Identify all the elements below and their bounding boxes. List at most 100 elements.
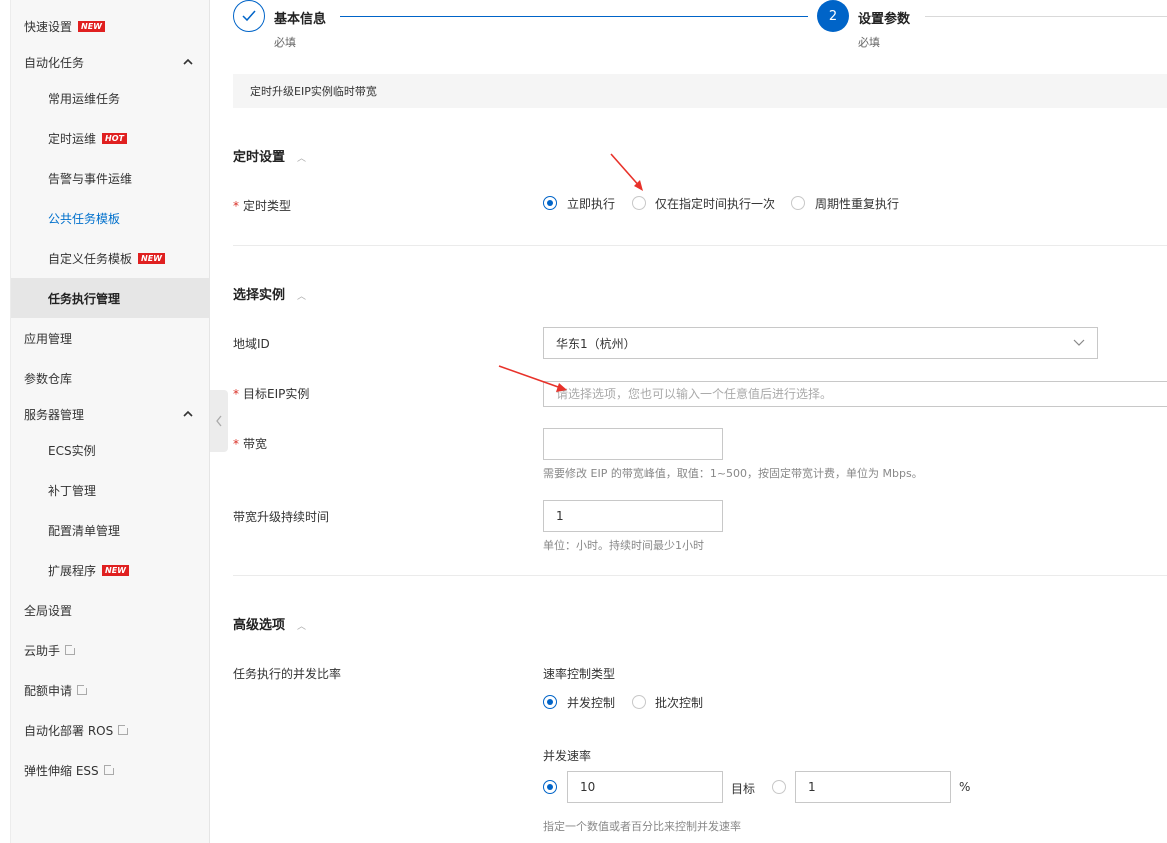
chevron-down-icon — [1073, 339, 1085, 346]
external-link-icon — [118, 724, 130, 735]
sidebar-item-label: 配额申请 — [24, 683, 73, 698]
sidebar-item-ecs-instances[interactable]: ECS实例 — [11, 430, 210, 470]
required-mark: * — [233, 199, 239, 213]
rate-help: 指定一个数值或者百分比来控制并发速率 — [543, 820, 741, 833]
chevron-up-icon — [183, 410, 193, 417]
sidebar-item-scheduled-ops[interactable]: 定时运维 HOT — [11, 118, 210, 158]
sidebar-item-public-templates[interactable]: 公共任务模板 — [11, 198, 210, 238]
sidebar-item-label: 自定义任务模板 — [48, 251, 133, 266]
sidebar-item-global-settings[interactable]: 全局设置 — [11, 590, 210, 630]
annotation-arrow-icon — [498, 365, 567, 392]
required-mark: * — [233, 437, 239, 451]
radio-periodic-label: 周期性重复执行 — [815, 197, 900, 211]
section-schedule-title[interactable]: 定时设置 ︿ — [233, 146, 306, 165]
step-2-title: 设置参数 — [858, 12, 911, 27]
sidebar-item-label: 弹性伸缩 ESS — [24, 763, 99, 778]
external-link-icon — [103, 764, 115, 775]
label-text: 带宽升级持续时间 — [233, 510, 330, 524]
sidebar-item-label: 补丁管理 — [48, 483, 97, 498]
radio-once-at-time-label: 仅在指定时间执行一次 — [655, 197, 776, 211]
label-text: 目标EIP实例 — [243, 387, 310, 401]
radio-immediate[interactable] — [543, 196, 557, 210]
label-text: 任务执行的并发比率 — [233, 667, 342, 681]
annotation-arrow-icon — [610, 153, 643, 191]
region-label: 地域ID — [233, 335, 270, 352]
sidebar-item-label: 配置清单管理 — [48, 523, 121, 538]
rate-field[interactable] — [567, 771, 723, 803]
target-field[interactable] — [795, 771, 951, 803]
caret-up-icon: ︿ — [297, 292, 307, 302]
radio-batch-control-label: 批次控制 — [655, 696, 704, 710]
sidebar-item-task-execution[interactable]: 任务执行管理 — [11, 278, 210, 318]
eip-select[interactable] — [543, 381, 1167, 407]
sidebar-item-parameter-store[interactable]: 参数仓库 — [11, 358, 210, 398]
section-advanced-title[interactable]: 高级选项 ︿ — [233, 614, 306, 633]
bandwidth-field[interactable] — [543, 428, 723, 460]
sidebar-item-quick-setup[interactable]: 快速设置 NEW — [11, 6, 210, 46]
radio-rate-number[interactable] — [543, 780, 557, 794]
sidebar-item-cloud-assistant[interactable]: 云助手 — [11, 630, 210, 670]
sidebar-item-label: ECS实例 — [48, 443, 96, 458]
sidebar-item-label: 任务执行管理 — [48, 291, 121, 306]
sidebar-item-common-ops[interactable]: 常用运维任务 — [11, 78, 210, 118]
check-icon — [242, 10, 256, 22]
sidebar-item-quota-request[interactable]: 配额申请 — [11, 670, 210, 710]
sidebar-item-ros[interactable]: 自动化部署 ROS — [11, 710, 210, 750]
step-2-number: 2 — [828, 8, 838, 24]
chevron-left-icon — [216, 415, 222, 427]
rate-type-label: 速率控制类型 — [543, 667, 616, 681]
new-badge: NEW — [78, 20, 105, 32]
sidebar-collapse-handle[interactable] — [210, 390, 228, 452]
duration-field[interactable] — [543, 500, 723, 532]
step-2-subtitle: 必填 — [858, 36, 880, 49]
sidebar-item-extensions[interactable]: 扩展程序 NEW — [11, 550, 210, 590]
template-name-banner: 定时升级EIP实例临时带宽 — [233, 74, 1167, 108]
sidebar-item-label: 告警与事件运维 — [48, 171, 133, 186]
template-name: 定时升级EIP实例临时带宽 — [250, 85, 377, 98]
concurrency-label: 任务执行的并发比率 — [233, 665, 341, 682]
sidebar-item-server-management[interactable]: 服务器管理 — [11, 394, 210, 434]
caret-up-icon: ︿ — [297, 154, 307, 164]
sidebar-item-label: 应用管理 — [24, 331, 73, 346]
step-connector — [925, 16, 1167, 17]
caret-up-icon: ︿ — [297, 622, 307, 632]
section-instance-title[interactable]: 选择实例 ︿ — [233, 284, 306, 303]
radio-concurrency-control[interactable] — [543, 695, 557, 709]
sidebar-item-app-management[interactable]: 应用管理 — [11, 318, 210, 358]
radio-periodic[interactable] — [791, 196, 805, 210]
sidebar-item-custom-templates[interactable]: 自定义任务模板 NEW — [11, 238, 210, 278]
radio-batch-control[interactable] — [632, 695, 646, 709]
target-input[interactable] — [808, 780, 950, 794]
section-divider — [233, 575, 1167, 576]
sidebar-item-alert-event-ops[interactable]: 告警与事件运维 — [11, 158, 210, 198]
sidebar-item-inventory[interactable]: 配置清单管理 — [11, 510, 210, 550]
bandwidth-input[interactable] — [556, 437, 722, 451]
duration-input[interactable] — [556, 509, 722, 523]
sidebar-item-label: 公共任务模板 — [48, 211, 121, 226]
eip-label: * 目标EIP实例 — [233, 385, 309, 402]
sidebar: 快速设置 NEW 自动化任务 常用运维任务 定时运维 HOT 告警与事件运维 公共任… — [10, 0, 210, 843]
label-text: 地域ID — [233, 337, 270, 351]
sidebar-item-label: 服务器管理 — [24, 407, 85, 422]
sidebar-item-ess[interactable]: 弹性伸缩 ESS — [11, 750, 210, 790]
sidebar-item-patch-management[interactable]: 补丁管理 — [11, 470, 210, 510]
step-1-title: 基本信息 — [274, 12, 327, 27]
step-2-active: 2 — [817, 0, 849, 32]
percent-unit: % — [959, 780, 971, 794]
step-1-complete — [233, 0, 265, 32]
step-connector — [340, 16, 808, 17]
duration-help: 单位：小时。持续时间最少1小时 — [543, 539, 704, 552]
sidebar-item-automation-tasks[interactable]: 自动化任务 — [11, 42, 210, 82]
radio-concurrency-control-label: 并发控制 — [567, 696, 616, 710]
bandwidth-label: * 带宽 — [233, 435, 267, 452]
radio-once-at-time[interactable] — [632, 196, 646, 210]
chevron-up-icon — [183, 58, 193, 65]
region-select[interactable]: 华东1（杭州） — [543, 327, 1098, 359]
rate-input[interactable] — [580, 780, 722, 794]
target-label: 目标 — [731, 782, 756, 796]
main-content: 基本信息 必填 2 设置参数 必填 定时升级EIP实例临时带宽 定时设置 ︿ * 定… — [233, 0, 1167, 843]
radio-rate-percent[interactable] — [772, 780, 786, 794]
sidebar-item-label: 全局设置 — [24, 603, 73, 618]
eip-input[interactable] — [556, 387, 1167, 401]
sidebar-item-label: 云助手 — [24, 643, 61, 658]
